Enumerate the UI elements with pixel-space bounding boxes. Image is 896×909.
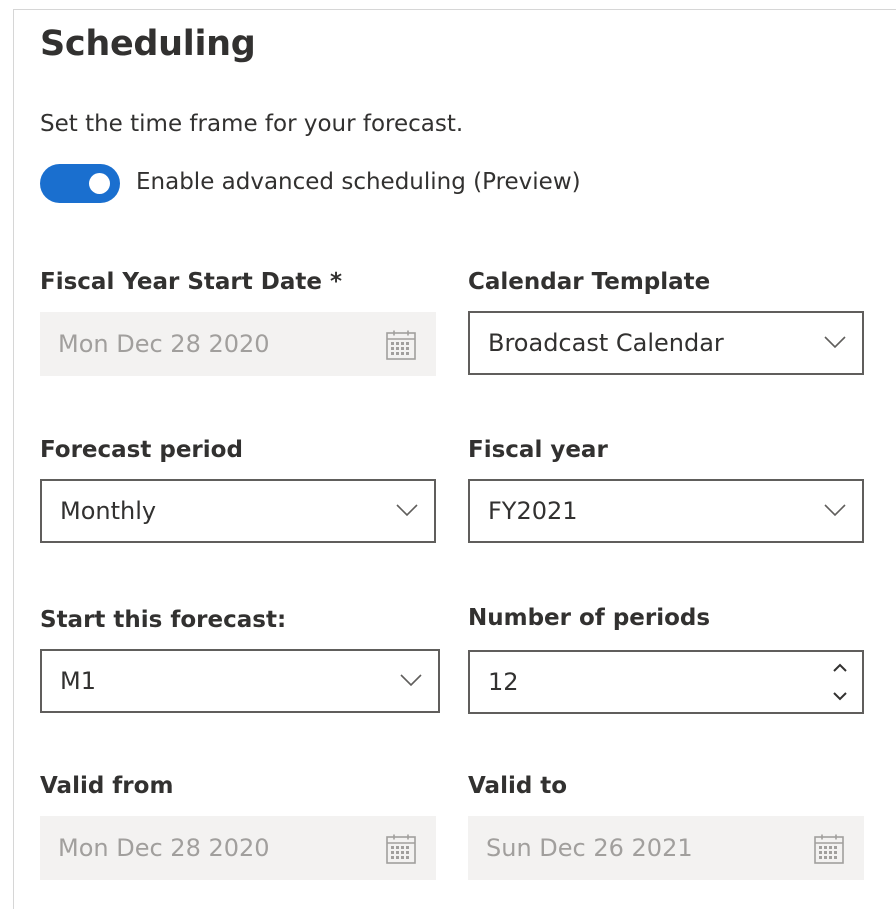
valid-to-value: Sun Dec 26 2021 xyxy=(486,834,693,862)
calendar-icon[interactable] xyxy=(385,329,417,361)
calendar-template-label: Calendar Template xyxy=(468,269,711,295)
fiscal-year-dropdown[interactable]: FY2021 xyxy=(468,479,864,543)
stepper-icon[interactable] xyxy=(830,657,850,707)
valid-to-label: Valid to xyxy=(468,773,568,799)
valid-from-field[interactable]: Mon Dec 28 2020 xyxy=(40,816,436,880)
fiscal-year-value: FY2021 xyxy=(488,497,578,525)
valid-from-label: Valid from xyxy=(40,773,174,799)
chevron-down-icon xyxy=(824,336,846,349)
calendar-icon[interactable] xyxy=(813,833,845,865)
forecast-period-dropdown[interactable]: Monthly xyxy=(40,479,436,543)
chevron-down-icon xyxy=(400,674,422,687)
page-title: Scheduling xyxy=(40,24,256,64)
number-of-periods-value: 12 xyxy=(488,668,519,696)
forecast-period-value: Monthly xyxy=(60,497,157,525)
toggle-knob xyxy=(89,173,110,194)
fiscal-year-start-date-label: Fiscal Year Start Date * xyxy=(40,269,343,295)
number-of-periods-input[interactable]: 12 xyxy=(468,650,864,714)
calendar-template-value: Broadcast Calendar xyxy=(488,329,724,357)
chevron-down-icon xyxy=(824,504,846,517)
fiscal-year-start-date-field[interactable]: Mon Dec 28 2020 xyxy=(40,312,436,376)
start-forecast-label: Start this forecast: xyxy=(40,607,287,633)
calendar-template-dropdown[interactable]: Broadcast Calendar xyxy=(468,311,864,375)
forecast-period-label: Forecast period xyxy=(40,437,243,463)
fiscal-year-label: Fiscal year xyxy=(468,437,608,463)
number-of-periods-label: Number of periods xyxy=(468,605,711,631)
valid-to-field[interactable]: Sun Dec 26 2021 xyxy=(468,816,864,880)
calendar-icon[interactable] xyxy=(385,833,417,865)
start-forecast-dropdown[interactable]: M1 xyxy=(40,649,440,713)
advanced-scheduling-toggle[interactable] xyxy=(40,164,120,203)
chevron-down-icon xyxy=(396,504,418,517)
start-forecast-value: M1 xyxy=(60,667,96,695)
advanced-scheduling-label: Enable advanced scheduling (Preview) xyxy=(136,169,581,195)
page-subtitle: Set the time frame for your forecast. xyxy=(40,111,464,137)
valid-from-value: Mon Dec 28 2020 xyxy=(58,834,270,862)
fiscal-year-start-date-value: Mon Dec 28 2020 xyxy=(58,330,270,358)
